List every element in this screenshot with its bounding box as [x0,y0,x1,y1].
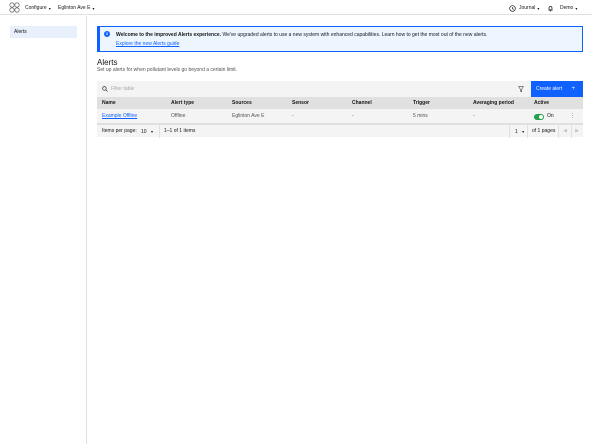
column-header-averaging-period[interactable]: Averaging period [473,97,514,109]
column-header-name[interactable]: Name [102,97,116,109]
pagination-divider [159,125,160,138]
location-label: Eglinton Ave E [58,5,91,11]
page-select[interactable]: 1 ▾ [515,125,524,138]
pagination-divider [527,125,528,138]
banner-text: Welcome to the improved Alerts experienc… [116,32,487,38]
chevron-down-icon: ▾ [575,5,578,11]
banner-title: Welcome to the improved Alerts experienc… [116,32,222,38]
top-header: Configure ▾ Eglinton Ave E ▾ Journal ▾ D… [0,0,592,15]
sidebar-item-alerts[interactable]: Alerts [10,26,77,38]
bell-icon[interactable] [547,5,554,12]
configure-dropdown[interactable]: Configure ▾ [25,4,51,12]
page-subtitle: Set up alerts for when pollutant levels … [97,67,238,73]
app-logo-icon[interactable] [9,2,20,13]
filter-icon[interactable] [518,86,524,93]
column-header-channel[interactable]: Channel [352,97,372,109]
banner-guide-link[interactable]: Explore the new Alerts guide [116,41,179,47]
previous-page-button[interactable]: ◀ [559,125,571,138]
create-alert-label: Create alert [536,86,563,92]
averaging-period-cell: - [473,113,475,119]
alert-name-link[interactable]: Example Offline [102,109,137,124]
items-per-page-select[interactable]: 10 ▾ [141,125,153,138]
column-header-alert-type[interactable]: Alert type [171,97,194,109]
page-value: 1 [515,129,518,135]
next-page-button[interactable]: ▶ [571,125,583,138]
search-icon [102,86,108,92]
table-header: Name Alert type Sources Sensor Channel T… [97,97,583,109]
items-per-page-label: Items per page: [102,128,137,134]
journal-label: Journal [519,5,536,11]
chevron-down-icon: ▾ [150,129,153,134]
caret-left-icon: ◀ [563,128,567,134]
active-toggle[interactable] [534,114,544,120]
filter-table-input[interactable] [111,84,411,94]
chevron-down-icon: ▾ [537,5,540,11]
column-header-trigger[interactable]: Trigger [413,97,430,109]
sidebar: Alerts [0,16,87,444]
channel-cell: - [352,113,354,119]
location-dropdown[interactable]: Eglinton Ave E ▾ [58,4,94,12]
sensor-cell: - [292,113,294,119]
info-banner: i Welcome to the improved Alerts experie… [97,26,583,52]
journal-icon [509,4,516,12]
info-icon: i [104,31,110,37]
create-alert-button[interactable]: Create alert + [531,81,583,97]
journal-dropdown[interactable]: Journal ▾ [509,4,539,12]
column-header-sources[interactable]: Sources [232,97,252,109]
items-per-page-value: 10 [141,129,147,135]
alert-type-cell: Offline [171,113,186,119]
caret-right-icon: ▶ [575,128,579,134]
overflow-menu-icon[interactable]: ⋮ [570,109,575,124]
trigger-cell: 5 mins [413,113,428,119]
table-row: Example Offline Offline Eglinton Ave E -… [97,109,583,124]
chevron-down-icon: ▾ [48,5,51,11]
pages-label: of 1 pages [532,128,556,134]
pagination: Items per page: 10 ▾ 1–1 of 1 items 1 ▾ … [97,124,583,138]
configure-label: Configure [25,5,47,11]
page-title: Alerts [97,58,118,67]
sources-cell: Eglinton Ave E [232,113,265,119]
user-dropdown[interactable]: Demo ▾ [547,4,577,12]
column-header-active[interactable]: Active [534,97,549,109]
banner-message: We've upgraded alerts to use a new syste… [222,32,488,38]
column-header-sensor[interactable]: Sensor [292,97,309,109]
pagination-range: 1–1 of 1 items [164,128,196,134]
user-label: Demo [560,5,574,11]
chevron-down-icon: ▾ [522,129,525,134]
pagination-divider [509,125,510,138]
active-state-label: On [547,113,554,119]
plus-icon: + [571,86,575,92]
table-toolbar: Create alert + [97,81,583,97]
chevron-down-icon: ▾ [92,5,95,11]
